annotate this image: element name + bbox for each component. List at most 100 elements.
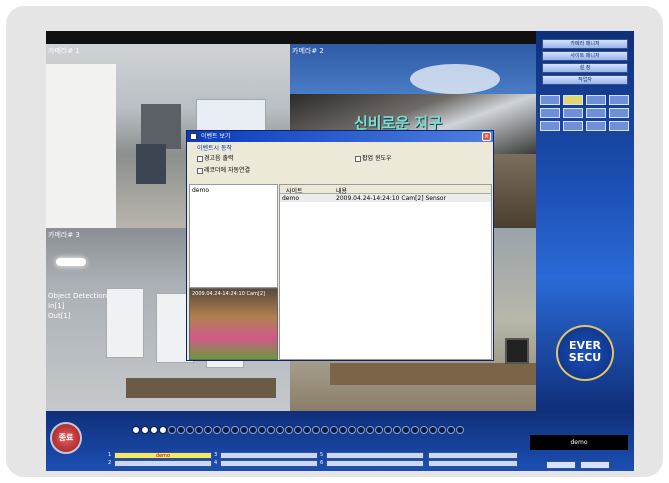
- channel-indicator[interactable]: [213, 426, 221, 434]
- site-list[interactable]: demo: [189, 184, 278, 288]
- channel-indicator[interactable]: [438, 426, 446, 434]
- checkbox-icon: [197, 155, 203, 162]
- list-item[interactable]: demo: [192, 187, 275, 194]
- channel-indicator[interactable]: [267, 426, 275, 434]
- channel-indicator[interactable]: [186, 426, 194, 434]
- slot-number: 5: [320, 452, 324, 458]
- channel-indicator[interactable]: [357, 426, 365, 434]
- layout-2x2-button[interactable]: [563, 95, 583, 105]
- slot[interactable]: [428, 460, 518, 467]
- channel-indicator[interactable]: [285, 426, 293, 434]
- monitor: [505, 338, 529, 364]
- dialog-title: 이벤트 보기: [201, 133, 231, 140]
- channel-indicator[interactable]: [420, 426, 428, 434]
- channel-indicator[interactable]: [150, 426, 158, 434]
- channel-indicator[interactable]: [222, 426, 230, 434]
- table: [126, 378, 276, 398]
- settings-button[interactable]: 설 정: [542, 63, 628, 73]
- next-button[interactable]: [609, 121, 629, 131]
- layout-1plus5-button[interactable]: [540, 108, 560, 118]
- control-panel: 카메라 매니저 사이트 매니저 설 정 작업자 EVER SECU: [536, 31, 634, 411]
- slot[interactable]: [220, 452, 318, 459]
- small-button[interactable]: [546, 461, 576, 469]
- refresh-button[interactable]: [586, 121, 606, 131]
- slot-number: 4: [214, 460, 218, 466]
- event-dialog: 이벤트 보기 × 이벤트시 동작 경고음 출력 팝업 윈도우 레코더에 자동연결…: [186, 130, 494, 361]
- popup-checkbox[interactable]: 팝업 윈도우: [355, 153, 392, 162]
- slot-number: 2: [108, 460, 112, 466]
- channel-indicator[interactable]: [177, 426, 185, 434]
- channel-indicator[interactable]: [402, 426, 410, 434]
- small-button[interactable]: [580, 461, 610, 469]
- channel-indicator[interactable]: [249, 426, 257, 434]
- channel-indicator[interactable]: [159, 426, 167, 434]
- channel-indicator[interactable]: [411, 426, 419, 434]
- site-manager-button[interactable]: 사이트 매니저: [542, 51, 628, 61]
- close-icon[interactable]: ×: [482, 132, 491, 141]
- alarm-checkbox[interactable]: 경고음 출력: [197, 153, 234, 162]
- slot[interactable]: [220, 460, 318, 467]
- channel-indicator[interactable]: [231, 426, 239, 434]
- camera-label: 카메라# 3: [48, 231, 80, 239]
- slot[interactable]: [428, 452, 518, 459]
- channel-indicator[interactable]: [312, 426, 320, 434]
- channel-indicator[interactable]: [366, 426, 374, 434]
- channel-indicator[interactable]: [339, 426, 347, 434]
- checkbox-icon: [197, 167, 203, 174]
- top-bar: [46, 31, 536, 44]
- overlay-line: Out[1]: [48, 312, 71, 320]
- slot[interactable]: [326, 452, 424, 459]
- table-row[interactable]: demo 2009.04.24-14:24:10 Cam[2] Sensor: [280, 194, 491, 202]
- channel-indicator[interactable]: [276, 426, 284, 434]
- slot[interactable]: [326, 460, 424, 467]
- channel-indicator[interactable]: [384, 426, 392, 434]
- checkbox-label: 레코더에 자동연결: [204, 167, 251, 174]
- channel-indicator[interactable]: [447, 426, 455, 434]
- channel-indicator[interactable]: [168, 426, 176, 434]
- exit-button[interactable]: 종료: [50, 422, 82, 454]
- channel-indicator[interactable]: [456, 426, 464, 434]
- chair: [136, 144, 166, 184]
- row-content: 2009.04.24-14:24:10 Cam[2] Sensor: [336, 195, 447, 202]
- operator-button[interactable]: 작업자: [542, 75, 628, 85]
- cloud: [410, 64, 500, 94]
- channel-indicator[interactable]: [393, 426, 401, 434]
- preview-timestamp: 2009.04.24-14:24:10 Cam[2]: [192, 291, 265, 297]
- prev-button[interactable]: [540, 121, 560, 131]
- channel-indicator[interactable]: [204, 426, 212, 434]
- layout-1plus7-button[interactable]: [563, 108, 583, 118]
- channel-indicator[interactable]: [348, 426, 356, 434]
- channel-indicator[interactable]: [294, 426, 302, 434]
- channel-indicator[interactable]: [132, 426, 140, 434]
- event-table[interactable]: 사이트 내용 demo 2009.04.24-14:24:10 Cam[2] S…: [279, 184, 492, 360]
- layout-3x3-button[interactable]: [586, 95, 606, 105]
- channel-indicator[interactable]: [258, 426, 266, 434]
- desk: [330, 363, 536, 385]
- slot[interactable]: demo: [114, 452, 212, 459]
- channel-indicator[interactable]: [375, 426, 383, 434]
- channel-indicator[interactable]: [330, 426, 338, 434]
- channel-indicator[interactable]: [240, 426, 248, 434]
- shelf: [141, 104, 181, 149]
- nvr-screen: 카메라# 1 신비로운 지구 카메라# 2 카메라# 3 Object Dete…: [46, 31, 634, 471]
- camera-manager-button[interactable]: 카메라 매니저: [542, 39, 628, 49]
- channel-indicator[interactable]: [429, 426, 437, 434]
- layout-2x4-button[interactable]: [586, 108, 606, 118]
- checkbox-label: 경고음 출력: [204, 155, 234, 162]
- channel-indicator[interactable]: [321, 426, 329, 434]
- layout-4x4-button[interactable]: [609, 95, 629, 105]
- camera-label: 카메라# 2: [292, 47, 324, 55]
- channel-indicator[interactable]: [141, 426, 149, 434]
- window-icon: [190, 133, 197, 140]
- checkbox-label: 팝업 윈도우: [362, 155, 392, 162]
- seq-button[interactable]: [563, 121, 583, 131]
- channel-indicator[interactable]: [303, 426, 311, 434]
- channel-indicator[interactable]: [195, 426, 203, 434]
- logo-line: SECU: [568, 351, 602, 364]
- dialog-title-bar[interactable]: 이벤트 보기 ×: [187, 131, 493, 142]
- record-checkbox[interactable]: 레코더에 자동연결: [197, 165, 250, 174]
- layout-1x1-button[interactable]: [540, 95, 560, 105]
- slot[interactable]: [114, 460, 212, 467]
- layout-3x4-button[interactable]: [609, 108, 629, 118]
- eversecu-logo: EVER SECU: [556, 325, 614, 381]
